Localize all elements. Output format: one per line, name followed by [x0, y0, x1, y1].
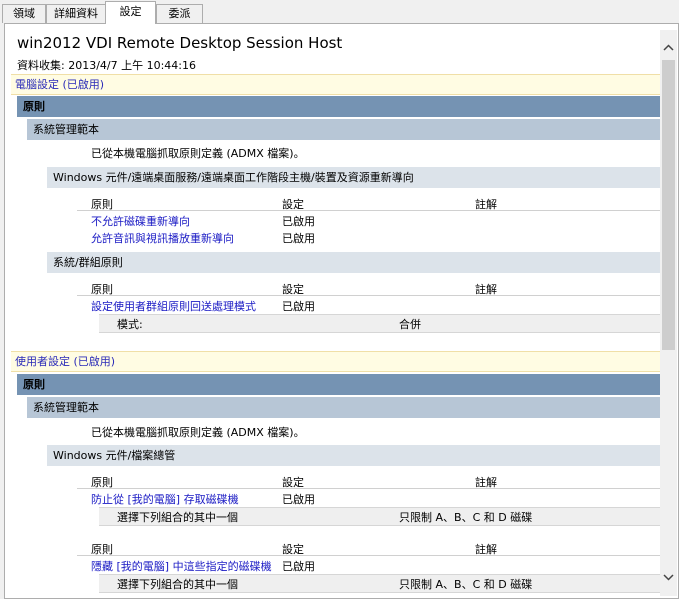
divider [77, 488, 660, 489]
policy-setting-value: 已啟用 [282, 560, 315, 573]
user-configuration-header[interactable]: 使用者設定 (已啟用) [11, 351, 660, 372]
user-admx-note: 已從本機電腦抓取原則定義 (ADMX 檔案)。 [91, 426, 305, 439]
policy-sub-setting-row: 模式: 合併 [99, 314, 660, 333]
sub-setting-value: 只限制 A、B、C 和 D 磁碟 [399, 511, 533, 524]
tab-details[interactable]: 詳細資料 [46, 4, 106, 23]
tab-scope[interactable]: 領域 [2, 4, 46, 23]
tab-settings[interactable]: 設定 [105, 1, 156, 24]
tab-strip: 領域 詳細資料 設定 委派 [0, 0, 679, 24]
policy-sub-setting-row: 選擇下列組合的其中一個 只限制 A、B、C 和 D 磁碟 [99, 507, 660, 526]
computer-admx-note: 已從本機電腦抓取原則定義 (ADMX 檔案)。 [91, 147, 305, 160]
computer-policies-bar[interactable]: 原則 [17, 96, 660, 117]
vertical-scrollbar[interactable] [660, 30, 677, 596]
computer-admin-templates-bar[interactable]: 系統管理範本 [27, 119, 660, 140]
divider [77, 210, 660, 211]
policy-link[interactable]: 防止從 [我的電腦] 存取磁碟機 [91, 491, 239, 507]
sub-setting-label: 選擇下列組合的其中一個 [117, 578, 238, 591]
scrollbar-thumb[interactable] [662, 60, 675, 350]
data-collected-time: 資料收集: 2013/4/7 上午 10:44:16 [17, 59, 197, 72]
tab-delegation[interactable]: 委派 [156, 4, 203, 23]
policy-setting-value: 已啟用 [282, 215, 315, 228]
chevron-up-icon[interactable] [660, 40, 677, 57]
sub-setting-value: 只限制 A、B、C 和 D 磁碟 [399, 578, 533, 591]
sub-setting-value: 合併 [399, 318, 421, 331]
computer-group-rds-bar[interactable]: Windows 元件/遠端桌面服務/遠端桌面工作階段主機/裝置及資源重新導向 [47, 167, 660, 188]
user-admin-templates-bar[interactable]: 系統管理範本 [27, 397, 660, 418]
sub-setting-label: 選擇下列組合的其中一個 [117, 511, 238, 524]
policy-setting-value: 已啟用 [282, 300, 315, 313]
divider [77, 295, 660, 296]
computer-group-system-bar[interactable]: 系統/群組原則 [47, 252, 660, 273]
policy-setting-value: 已啟用 [282, 232, 315, 245]
policy-setting-value: 已啟用 [282, 493, 315, 506]
divider [77, 555, 660, 556]
policy-link[interactable]: 設定使用者群組原則回送處理模式 [91, 298, 256, 314]
user-policies-bar[interactable]: 原則 [17, 374, 660, 395]
report-title: win2012 VDI Remote Desktop Session Host [17, 34, 343, 52]
user-group-explorer-bar[interactable]: Windows 元件/檔案總管 [47, 445, 660, 466]
policy-link[interactable]: 不允許磁碟重新導向 [91, 213, 190, 229]
chevron-down-icon[interactable] [660, 570, 677, 587]
sub-setting-label: 模式: [117, 318, 143, 331]
computer-configuration-header[interactable]: 電腦設定 (已啟用) [11, 74, 660, 95]
policy-sub-setting-row: 選擇下列組合的其中一個 只限制 A、B、C 和 D 磁碟 [99, 574, 660, 593]
policy-link[interactable]: 隱藏 [我的電腦] 中這些指定的磁碟機 [91, 558, 272, 574]
settings-report: win2012 VDI Remote Desktop Session Host … [11, 30, 660, 596]
settings-panel: win2012 VDI Remote Desktop Session Host … [4, 23, 679, 599]
policy-link[interactable]: 允許音訊與視訊播放重新導向 [91, 230, 234, 246]
